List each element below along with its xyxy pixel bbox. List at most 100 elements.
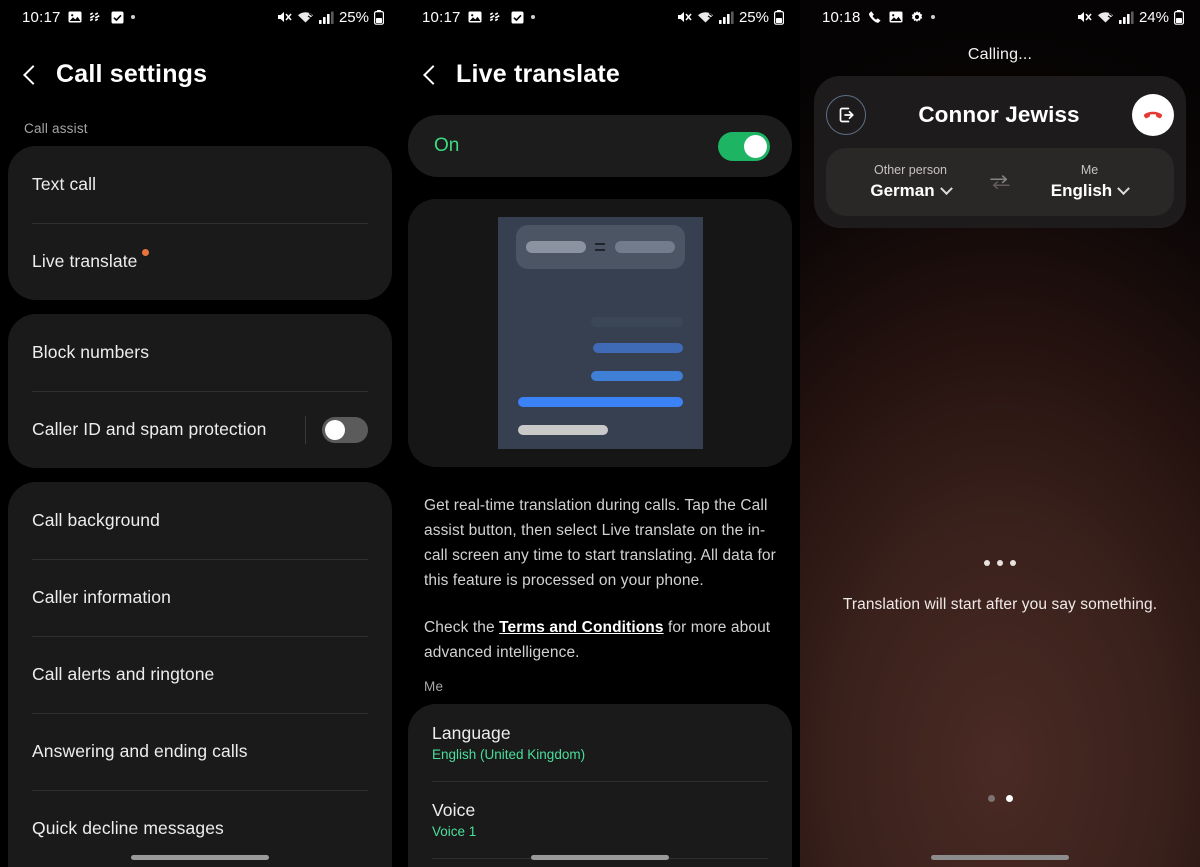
other-person-language-selector[interactable]: Other person German — [834, 163, 987, 201]
terms-and-conditions-link[interactable]: Terms and Conditions — [499, 619, 663, 636]
status-bar-right: 24% — [1076, 9, 1184, 26]
settings-row-voice[interactable]: Voice Voice 1 — [408, 781, 792, 858]
status-bar-left: 10:17 — [422, 9, 535, 26]
me-language-value: English — [1050, 181, 1131, 201]
settings-row-language[interactable]: Language English (United Kingdom) — [408, 704, 792, 781]
image-icon — [889, 10, 903, 24]
master-switch-label: On — [434, 135, 460, 156]
translation-hint-text: Translation will start after you say som… — [842, 596, 1158, 613]
me-language-selector[interactable]: Me English — [1013, 163, 1166, 201]
wifi-icon — [1097, 10, 1114, 24]
toggle-knob — [744, 134, 767, 158]
page-indicator[interactable] — [800, 795, 1200, 802]
vibrate-icon — [489, 10, 504, 24]
status-bar: 10:18 24% — [800, 0, 1200, 34]
row-texts: Quick decline messages — [32, 818, 224, 839]
row-title: Caller information — [32, 587, 171, 607]
dot-icon — [530, 15, 535, 19]
me-label: Me — [1080, 163, 1099, 177]
status-bar-right: 25% — [276, 9, 384, 26]
row-title: Live translate — [32, 249, 149, 272]
row-title: Call background — [32, 510, 160, 530]
row-texts: Live translate — [32, 249, 149, 272]
screen-live-translate: 10:17 25% Live translate On Get real-tim… — [400, 0, 800, 867]
home-indicator[interactable] — [931, 855, 1069, 860]
page-header: Live translate — [400, 34, 800, 115]
row-texts: Voice Voice 1 — [432, 800, 476, 839]
other-person-label: Other person — [874, 163, 947, 177]
illustration-line — [592, 343, 683, 353]
page-header: Call settings — [0, 34, 400, 115]
illustration-pill-left — [525, 241, 586, 253]
dot-icon — [130, 15, 135, 19]
settings-row-call-alerts-ringtone[interactable]: Call alerts and ringtone — [8, 636, 392, 713]
row-texts: Text call — [32, 174, 96, 195]
dot-icon — [930, 15, 935, 19]
illustration-pill-right — [614, 241, 675, 253]
checkbox-icon — [511, 11, 524, 24]
page-dot[interactable] — [987, 795, 995, 802]
mute-icon — [676, 10, 692, 24]
screen-in-call: 10:18 24% Calling... Connor Jewiss Other… — [800, 0, 1200, 867]
status-bar: 10:17 25% — [400, 0, 800, 34]
description-paragraph-1: Get real-time translation during calls. … — [424, 497, 776, 589]
page-dot-active[interactable] — [1005, 795, 1013, 802]
signal-icon — [718, 11, 734, 24]
home-indicator[interactable] — [531, 855, 669, 860]
end-call-icon[interactable] — [1132, 94, 1174, 136]
row-texts: Caller information — [32, 587, 171, 608]
home-indicator[interactable] — [131, 855, 269, 860]
language-selector-bar: Other person German Me English — [826, 148, 1174, 216]
battery-icon — [774, 9, 784, 25]
me-language-text: English — [1050, 181, 1113, 200]
swap-arrows-icon[interactable] — [987, 174, 1013, 190]
row-texts: Block numbers — [32, 342, 149, 363]
translation-status-area: Translation will start after you say som… — [800, 560, 1200, 614]
row-subtitle: English (United Kingdom) — [432, 747, 586, 762]
image-icon — [68, 10, 82, 24]
divider — [305, 415, 306, 444]
row-subtitle: Voice 1 — [432, 824, 477, 839]
settings-row-text-call[interactable]: Text call — [8, 146, 392, 223]
wifi-icon — [697, 10, 714, 24]
status-bar-left: 10:17 — [22, 9, 135, 26]
battery-percent: 25% — [338, 8, 369, 26]
live-translate-master-switch[interactable]: On — [408, 115, 792, 177]
master-toggle[interactable] — [718, 131, 770, 161]
image-icon — [468, 10, 482, 24]
settings-row-live-translate[interactable]: Live translate — [8, 223, 392, 300]
row-title: Voice — [432, 800, 476, 820]
signal-icon — [1118, 11, 1134, 24]
settings-row-caller-information[interactable]: Caller information — [8, 559, 392, 636]
toggle-wrap — [305, 415, 368, 444]
back-icon[interactable] — [22, 66, 40, 84]
dot — [984, 560, 990, 566]
settings-card-blocking: Block numbers Caller ID and spam protect… — [8, 314, 392, 468]
settings-card-call-options: Call background Caller information Call … — [8, 482, 392, 867]
page-title: Call settings — [56, 60, 208, 88]
section-label-call-assist: Call assist — [24, 121, 88, 136]
row-title: Call alerts and ringtone — [32, 664, 215, 684]
dot — [997, 560, 1003, 566]
chevron-down-icon — [939, 181, 953, 195]
wifi-icon — [297, 10, 314, 24]
screenshot-panels: 10:17 25% Call settings Call assist Text… — [0, 0, 1200, 867]
battery-percent: 25% — [738, 8, 769, 26]
battery-icon — [374, 9, 384, 25]
illustration-topbar — [515, 225, 685, 269]
settings-row-answering-ending-calls[interactable]: Answering and ending calls — [8, 713, 392, 790]
call-status-text: Calling... — [967, 46, 1033, 63]
settings-row-call-background[interactable]: Call background — [8, 482, 392, 559]
in-call-header-card: Connor Jewiss Other person German Me Eng… — [814, 76, 1186, 228]
row-title: Caller ID and spam protection — [32, 419, 267, 439]
gear-icon — [910, 10, 924, 24]
settings-row-caller-id-spam[interactable]: Caller ID and spam protection — [8, 391, 392, 468]
minimize-call-icon[interactable] — [826, 95, 866, 135]
page-title: Live translate — [456, 60, 620, 88]
settings-row-block-numbers[interactable]: Block numbers — [8, 314, 392, 391]
caller-id-toggle[interactable] — [322, 416, 368, 443]
checkbox-icon — [111, 11, 124, 24]
description-paragraph-2: Check the Terms and Conditions for more … — [424, 615, 776, 665]
row-texts: Answering and ending calls — [32, 741, 248, 762]
back-icon[interactable] — [422, 66, 440, 84]
